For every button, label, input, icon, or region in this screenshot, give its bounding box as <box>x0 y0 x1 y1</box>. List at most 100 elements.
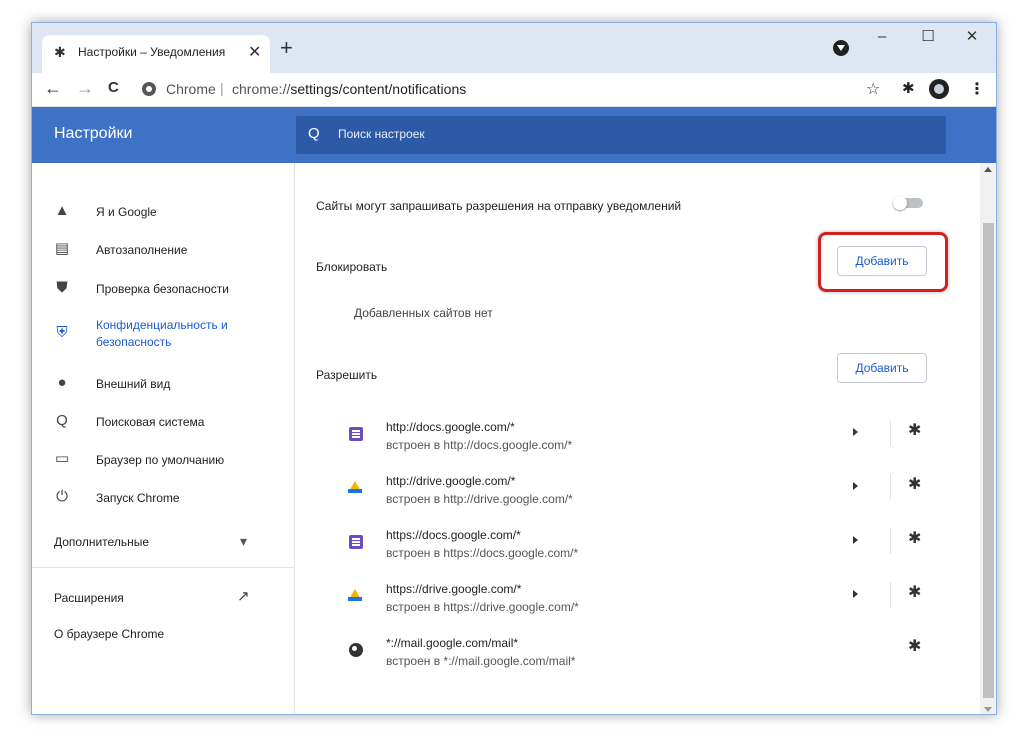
sidebar-item-label: Внешний вид <box>96 377 171 391</box>
sidebar-item-label: Запуск Chrome <box>96 491 180 505</box>
expand-arrow-icon[interactable] <box>853 482 858 490</box>
chevron-down-icon: ▾ <box>240 533 248 549</box>
scroll-down-arrow[interactable] <box>984 707 992 712</box>
row-separator <box>890 528 891 554</box>
sidebar-item-label: Конфиденциальность и безопасность <box>96 318 228 349</box>
back-button[interactable]: ← <box>44 78 62 98</box>
maximize-button[interactable]: ☐ <box>908 27 948 53</box>
forward-button[interactable]: → <box>76 78 94 98</box>
sidebar-item-appearance[interactable]: ● Внешний вид <box>32 369 295 399</box>
site-row[interactable]: http://docs.google.com/* встроен в http:… <box>296 412 946 466</box>
extension-puzzle-icon[interactable]: ✱ <box>908 528 921 548</box>
url-path: settings/content/notifications <box>290 81 467 97</box>
minimize-button[interactable]: – <box>862 27 902 53</box>
sidebar-item-label: Я и Google <box>96 205 157 219</box>
expand-arrow-icon[interactable] <box>853 428 858 436</box>
profile-menu-icon[interactable] <box>833 40 849 56</box>
sidebar-item-extensions[interactable]: Расширения ↗ <box>32 583 295 613</box>
browser-icon: ▭ <box>54 450 70 467</box>
site-embedded-text: встроен в https://drive.google.com/* <box>386 600 579 614</box>
address-bar[interactable]: Chrome | chrome://settings/content/notif… <box>132 77 892 103</box>
allow-add-button[interactable]: Добавить <box>837 353 927 383</box>
settings-search-input[interactable]: Q Поиск настроек <box>296 116 946 154</box>
scroll-thumb[interactable] <box>983 223 994 698</box>
docs-icon <box>349 535 363 549</box>
site-embedded-text: встроен в *://mail.google.com/mail* <box>386 654 576 668</box>
scrollbar[interactable] <box>980 163 996 714</box>
sidebar-item-label: Проверка безопасности <box>96 282 229 296</box>
close-window-button[interactable]: ✕ <box>952 27 992 53</box>
row-separator <box>890 420 891 446</box>
title-bar: ✱ Настройки – Уведомления ✕ + – ☐ ✕ <box>32 23 996 73</box>
sidebar-item-on-startup[interactable]: ⏻ Запуск Chrome <box>32 483 295 513</box>
sidebar-item-search-engine[interactable]: Q Поисковая система <box>32 407 295 437</box>
sidebar-item-label: Автозаполнение <box>96 243 188 257</box>
page-title: Настройки <box>54 125 133 142</box>
reload-button[interactable]: C <box>108 78 119 98</box>
allow-section-title: Разрешить <box>316 368 378 382</box>
drive-icon <box>348 481 362 493</box>
extension-puzzle-icon[interactable]: ✱ <box>908 474 921 494</box>
sidebar-item-privacy[interactable]: ⛨ Конфиденциальность и безопасность <box>32 313 295 353</box>
gear-icon: ✱ <box>54 44 66 60</box>
site-url: https://docs.google.com/* <box>386 528 521 542</box>
scroll-up-arrow[interactable] <box>984 167 992 172</box>
sidebar-item-about-chrome[interactable]: О браузере Chrome <box>32 619 295 649</box>
menu-kebab-icon[interactable]: ⋮ <box>969 79 985 99</box>
avatar[interactable] <box>929 79 949 99</box>
expand-arrow-icon[interactable] <box>853 590 858 598</box>
clipboard-icon: ▤ <box>54 240 70 257</box>
search-placeholder: Поиск настроек <box>338 127 425 141</box>
browser-toolbar: ← → C Chrome | chrome://settings/content… <box>32 73 996 107</box>
chrome-icon <box>142 82 156 96</box>
site-row[interactable]: *://mail.google.com/mail* встроен в *://… <box>296 628 946 682</box>
tab-settings-notifications[interactable]: ✱ Настройки – Уведомления ✕ <box>42 35 270 73</box>
sidebar-item-autofill[interactable]: ▤ Автозаполнение <box>32 235 295 265</box>
search-icon: Q <box>56 412 68 429</box>
tab-title: Настройки – Уведомления <box>78 45 226 59</box>
site-row[interactable]: https://docs.google.com/* встроен в http… <box>296 520 946 574</box>
person-icon: ▲ <box>54 202 70 219</box>
extension-puzzle-icon[interactable]: ✱ <box>908 420 921 440</box>
sidebar-divider <box>32 567 295 568</box>
globe-icon <box>349 643 363 657</box>
url-text[interactable]: chrome://settings/content/notifications <box>232 81 466 97</box>
sidebar-item-you-and-google[interactable]: ▲ Я и Google <box>32 197 295 227</box>
site-row[interactable]: http://drive.google.com/* встроен в http… <box>296 466 946 520</box>
site-embedded-text: встроен в http://docs.google.com/* <box>386 438 573 452</box>
settings-main: Сайты могут запрашивать разрешения на от… <box>296 163 980 714</box>
settings-sidebar: ▲ Я и Google ▤ Автозаполнение ⛊ Проверка… <box>32 163 295 714</box>
sidebar-item-default-browser[interactable]: ▭ Браузер по умолчанию <box>32 445 295 475</box>
site-row[interactable]: https://drive.google.com/* встроен в htt… <box>296 574 946 628</box>
row-separator <box>890 474 891 500</box>
block-empty-text: Добавленных сайтов нет <box>354 306 493 320</box>
search-icon: Q <box>308 125 320 142</box>
site-label: Chrome <box>166 81 216 97</box>
expand-arrow-icon[interactable] <box>853 536 858 544</box>
omnibox-separator: | <box>220 80 224 96</box>
extensions-puzzle-icon[interactable]: ✱ <box>902 79 915 97</box>
toggle-thumb <box>893 196 907 210</box>
power-icon: ⏻ <box>56 488 68 505</box>
shield-icon: ⛨ <box>56 324 68 341</box>
browser-window: ✱ Настройки – Уведомления ✕ + – ☐ ✕ ← → … <box>31 22 997 715</box>
notifications-card: Сайты могут запрашивать разрешения на от… <box>296 163 948 714</box>
shield-check-icon: ⛊ <box>56 279 68 296</box>
sidebar-item-label: Браузер по умолчанию <box>96 453 225 467</box>
new-tab-button[interactable]: + <box>280 37 293 59</box>
site-url: *://mail.google.com/mail* <box>386 636 519 650</box>
url-scheme: chrome:// <box>232 81 291 97</box>
ask-permission-toggle[interactable] <box>893 196 923 210</box>
extension-puzzle-icon[interactable]: ✱ <box>908 636 921 656</box>
extension-puzzle-icon[interactable]: ✱ <box>908 582 921 602</box>
sidebar-advanced[interactable]: Дополнительные ▾ <box>32 527 295 557</box>
site-url: http://drive.google.com/* <box>386 474 516 488</box>
bookmark-star-icon[interactable]: ☆ <box>866 79 880 99</box>
sidebar-advanced-label: Дополнительные <box>54 535 149 549</box>
site-embedded-text: встроен в http://drive.google.com/* <box>386 492 573 506</box>
block-add-button[interactable]: Добавить <box>837 246 927 276</box>
block-section-title: Блокировать <box>316 260 388 274</box>
sidebar-item-safety-check[interactable]: ⛊ Проверка безопасности <box>32 274 295 304</box>
row-separator <box>890 582 891 608</box>
tab-close-button[interactable]: ✕ <box>248 42 261 62</box>
